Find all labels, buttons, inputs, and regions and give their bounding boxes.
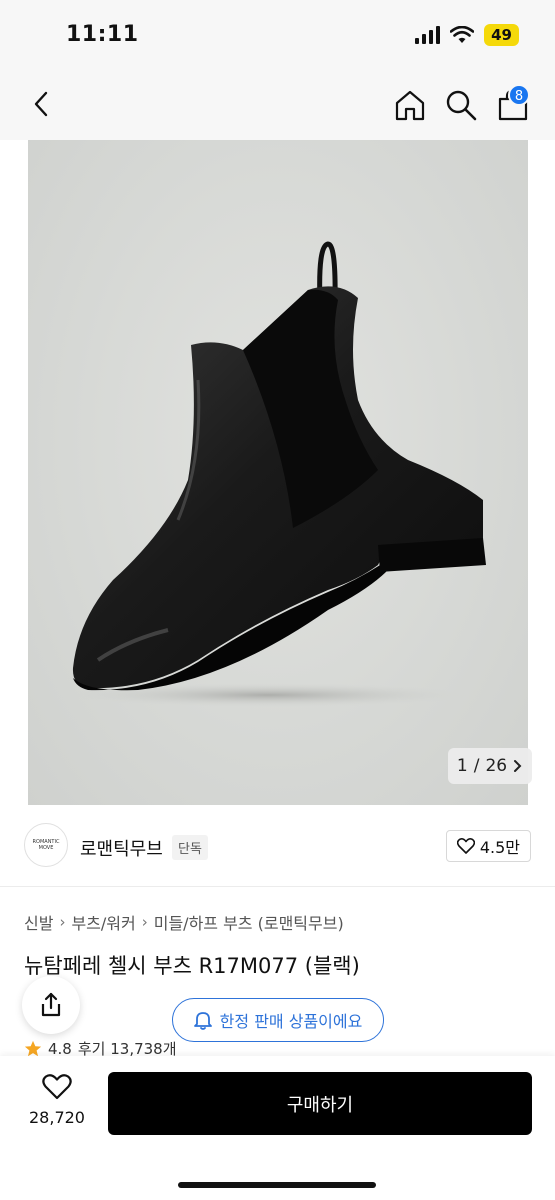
share-button[interactable] — [22, 976, 80, 1034]
wishlist-button[interactable]: 28,720 — [24, 1074, 90, 1127]
status-bar: 11:11 49 — [0, 0, 555, 70]
product-title: 뉴탐페레 첼시 부츠 R17M077 (블랙) — [24, 954, 360, 978]
breadcrumb-item[interactable]: 신발 — [24, 910, 53, 934]
breadcrumb-item[interactable]: 부츠/워커 — [71, 910, 135, 934]
wifi-icon — [450, 26, 475, 43]
product-image-gallery[interactable]: 1 / 26 — [0, 140, 555, 805]
brand-like-button[interactable]: 4.5만 — [445, 830, 531, 862]
brand-like-count: 4.5만 — [479, 838, 520, 857]
pager-total: 26 — [485, 756, 508, 776]
image-pager[interactable]: 1 / 26 — [448, 748, 532, 784]
signal-icon — [415, 26, 441, 44]
pager-current: 1 — [456, 756, 468, 776]
limited-sale-notice[interactable]: 한정 판매 상품이에요 — [172, 998, 384, 1042]
status-indicators: 49 — [415, 24, 519, 46]
limited-sale-label: 한정 판매 상품이에요 — [219, 1012, 363, 1031]
heart-icon — [456, 838, 475, 854]
bell-icon — [193, 1012, 212, 1030]
chevron-right-icon: › — [59, 913, 66, 931]
share-icon — [41, 992, 61, 1017]
nav-bar: 8 — [0, 70, 555, 140]
brand-logo[interactable]: ROMANTIC MOVE — [24, 823, 68, 867]
breadcrumb: 신발 › 부츠/워커 › 미들/하프 부츠 (로맨틱무브) — [24, 910, 344, 934]
pager-separator: / — [473, 756, 480, 776]
status-time: 11:11 — [66, 22, 139, 47]
rating-score: 4.8 — [48, 1039, 72, 1058]
wishlist-count: 28,720 — [29, 1108, 85, 1127]
home-indicator — [178, 1182, 376, 1188]
brand-logo-text: ROMANTIC MOVE — [32, 839, 60, 851]
chevron-right-icon: › — [141, 913, 148, 931]
breadcrumb-item[interactable]: 미들/하프 부츠 (로맨틱무브) — [154, 910, 344, 934]
home-icon[interactable] — [393, 88, 427, 122]
brand-row[interactable]: ROMANTIC MOVE 로맨틱무브 단독 4.5만 — [0, 805, 555, 887]
product-image-chelsea-boot — [68, 241, 486, 707]
buy-button[interactable]: 구매하기 — [108, 1072, 532, 1135]
battery-indicator: 49 — [484, 24, 519, 46]
star-icon — [24, 1040, 42, 1056]
cart-count-badge: 8 — [508, 84, 530, 106]
brand-name[interactable]: 로맨틱무브 — [80, 835, 163, 861]
exclusive-tag: 단독 — [172, 835, 208, 860]
heart-icon — [42, 1074, 72, 1100]
search-icon[interactable] — [444, 88, 478, 122]
back-icon[interactable] — [26, 88, 58, 120]
chevron-right-icon — [514, 760, 522, 772]
bottom-purchase-bar: 28,720 구매하기 — [0, 1056, 555, 1200]
